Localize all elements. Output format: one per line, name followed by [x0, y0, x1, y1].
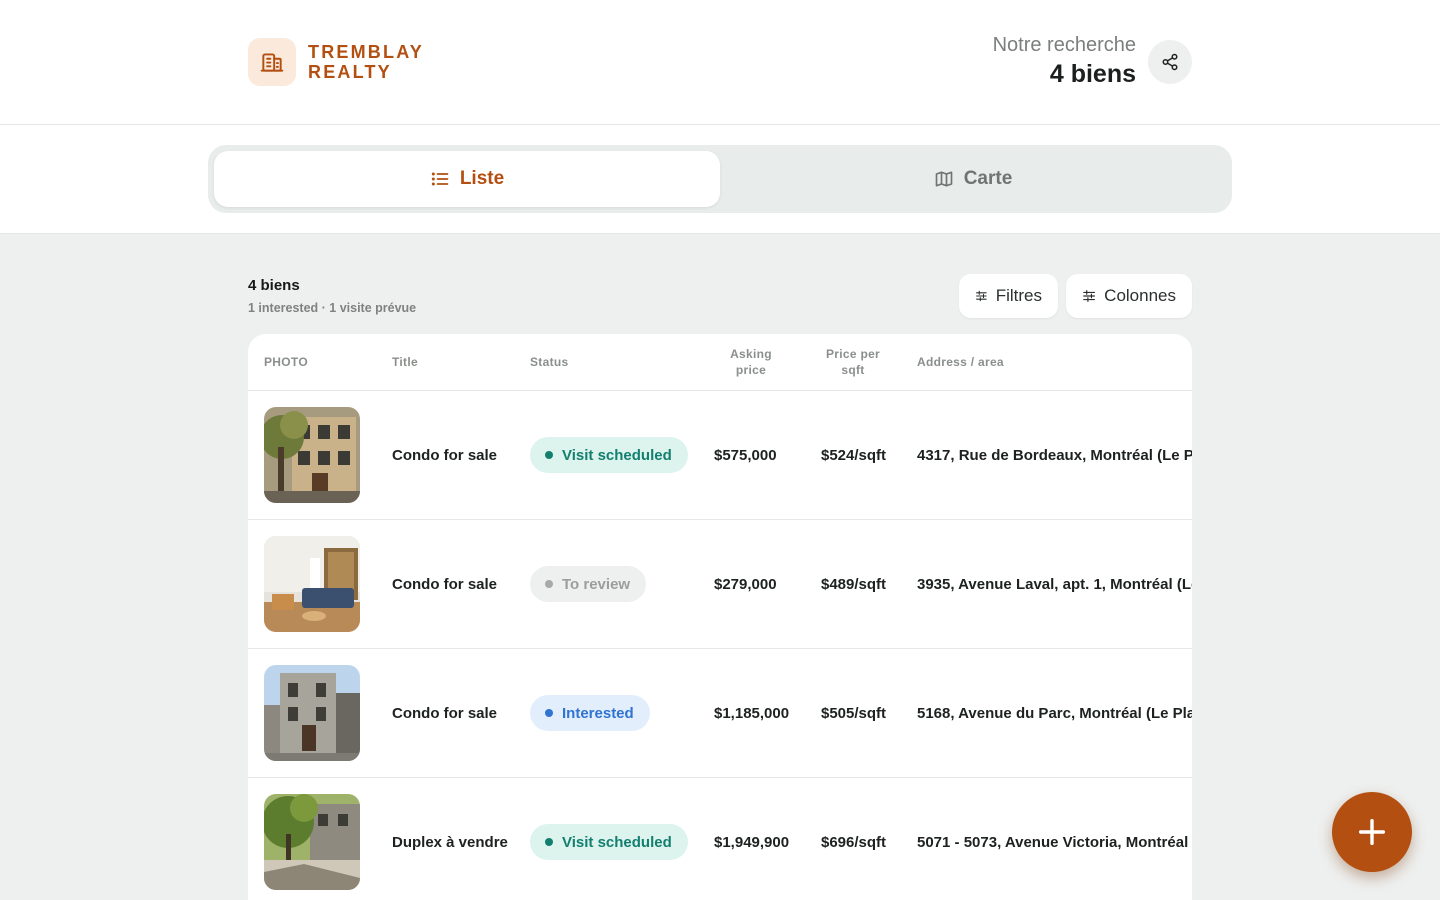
listing-photo[interactable]	[264, 794, 360, 890]
col-address[interactable]: Address / area	[917, 354, 1004, 370]
filters-button[interactable]: Filtres	[959, 274, 1058, 318]
status-cell: Interested	[530, 649, 650, 777]
price-per-sqft: $524/sqft	[821, 446, 887, 464]
tab-map[interactable]: Carte	[720, 151, 1226, 207]
col-title[interactable]: Title	[392, 354, 418, 370]
status-label: To review	[562, 575, 631, 593]
tab-list-label: Liste	[459, 168, 505, 189]
asking-price: $1,185,000	[714, 704, 790, 722]
col-status[interactable]: Status	[530, 354, 568, 370]
col-asking-price[interactable]: Asking price	[714, 346, 788, 378]
tab-list[interactable]: Liste	[214, 151, 720, 207]
col-asking-price-line-2: price	[735, 363, 767, 377]
col-price-per-sqft-line-1: Price per	[825, 347, 881, 361]
table-row[interactable]: Condo for sale Interested $1,185,000 $50…	[248, 649, 1192, 778]
search-count: 4 biens	[1049, 60, 1136, 88]
status-badge[interactable]: Interested	[530, 695, 650, 731]
address: 5168, Avenue du Parc, Montréal (Le Plate…	[917, 704, 1192, 722]
price-per-sqft: $505/sqft	[821, 704, 887, 722]
filters-label: Filtres	[995, 286, 1042, 305]
price-per-sqft: $489/sqft	[821, 575, 887, 593]
table-header: PHOTO Title Status Asking price Price pe…	[248, 334, 1192, 391]
list-icon	[431, 172, 449, 186]
search-label: Notre recherche	[992, 34, 1136, 56]
map-icon	[935, 171, 953, 187]
sliders-icon	[1083, 290, 1095, 302]
results-count: 4 biens	[248, 277, 300, 294]
share-icon	[1162, 53, 1178, 71]
asking-price: $279,000	[714, 575, 777, 593]
columns-label: Colonnes	[1104, 286, 1176, 305]
status-badge[interactable]: Visit scheduled	[530, 824, 688, 860]
asking-price: $575,000	[714, 446, 777, 464]
listing-title: Condo for sale	[392, 704, 498, 722]
col-price-per-sqft[interactable]: Price per sqft	[815, 346, 891, 378]
sliders-icon	[976, 290, 987, 302]
app-header: TREMBLAY REALTY Notre recherche 4 biens	[0, 0, 1440, 125]
status-dot	[545, 580, 553, 588]
status-label: Visit scheduled	[562, 833, 672, 851]
listing-photo[interactable]	[264, 665, 360, 761]
brand-line-1: TREMBLAY	[308, 42, 424, 62]
table-row[interactable]: Condo for sale Visit scheduled $575,000 …	[248, 391, 1192, 520]
listing-title: Condo for sale	[392, 575, 498, 593]
listing-photo[interactable]	[264, 407, 360, 503]
status-badge[interactable]: To review	[530, 566, 647, 602]
results-breakdown: 1 interested · 1 visite prévue	[248, 301, 417, 315]
view-toggle: Liste Carte	[208, 145, 1232, 213]
address: 3935, Avenue Laval, apt. 1, Montréal (Le…	[917, 575, 1192, 593]
status-dot	[545, 709, 553, 717]
price-per-sqft: $696/sqft	[821, 833, 887, 851]
status-label: Visit scheduled	[562, 446, 672, 464]
listing-title: Condo for sale	[392, 446, 498, 464]
brand-line-2: REALTY	[308, 62, 392, 82]
building-icon	[248, 38, 296, 86]
col-photo[interactable]: PHOTO	[264, 354, 308, 370]
listings-table: PHOTO Title Status Asking price Price pe…	[248, 334, 1192, 900]
address: 4317, Rue de Bordeaux, Montréal (Le Plat…	[917, 446, 1192, 464]
brand-name: TREMBLAY REALTY	[308, 42, 424, 82]
table-row[interactable]: Condo for sale To review $279,000 $489/s…	[248, 520, 1192, 649]
status-cell: Visit scheduled	[530, 391, 688, 519]
status-dot	[545, 451, 553, 459]
tab-map-label: Carte	[963, 168, 1013, 189]
status-dot	[545, 838, 553, 846]
status-cell: Visit scheduled	[530, 778, 688, 900]
add-listing-button[interactable]	[1332, 792, 1412, 872]
columns-button[interactable]: Colonnes	[1066, 274, 1192, 318]
address: 5071 - 5073, Avenue Victoria, Montréal (…	[917, 833, 1192, 851]
status-badge[interactable]: Visit scheduled	[530, 437, 688, 473]
share-button[interactable]	[1148, 40, 1192, 84]
table-row[interactable]: Duplex à vendre Visit scheduled $1,949,9…	[248, 778, 1192, 900]
status-label: Interested	[562, 704, 634, 722]
plus-icon	[1358, 818, 1386, 846]
col-price-per-sqft-line-2: sqft	[841, 363, 865, 377]
col-asking-price-line-1: Asking	[730, 347, 772, 361]
view-toggle-bar: Liste Carte	[0, 125, 1440, 234]
listing-photo[interactable]	[264, 536, 360, 632]
status-cell: To review	[530, 520, 647, 648]
listing-title: Duplex à vendre	[392, 833, 508, 851]
asking-price: $1,949,900	[714, 833, 790, 851]
